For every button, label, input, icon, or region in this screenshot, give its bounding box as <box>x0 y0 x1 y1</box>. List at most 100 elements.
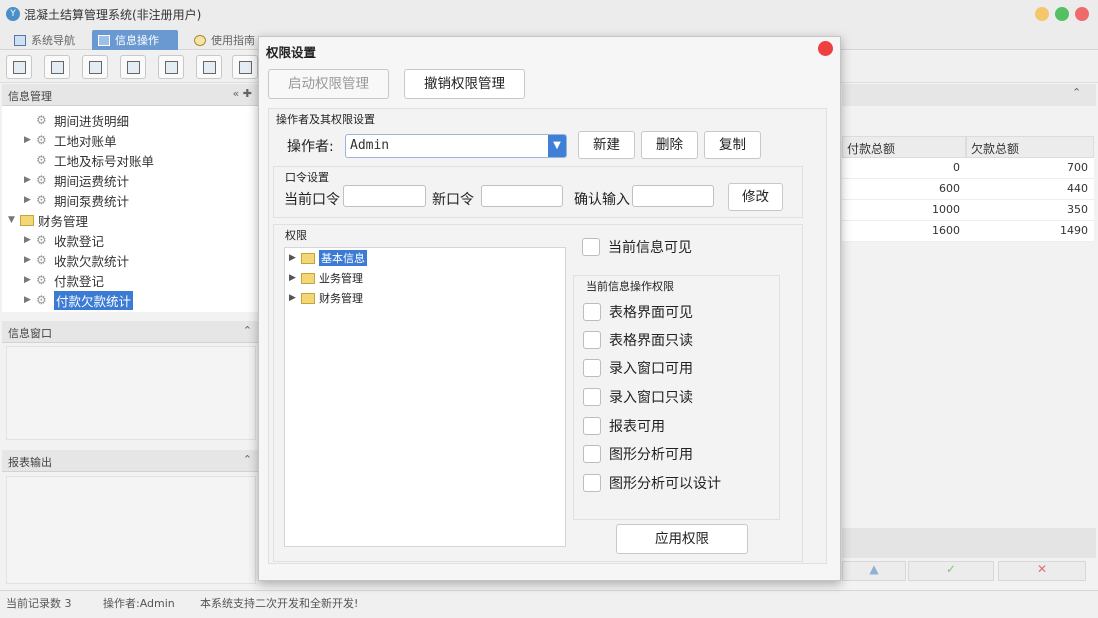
grid-cell[interactable]: 600 <box>842 179 966 200</box>
user-card-icon <box>127 61 140 74</box>
toolbar-window-button[interactable] <box>158 55 184 79</box>
checkbox-box[interactable] <box>583 388 601 406</box>
revoke-permission-button[interactable]: 撤销权限管理 <box>404 69 525 99</box>
expand-arrow-icon[interactable]: ▶ <box>24 255 36 265</box>
expand-arrow-icon[interactable]: ▶ <box>289 253 301 263</box>
toolbar-doc-button[interactable] <box>82 55 108 79</box>
grid-header-cell[interactable]: 欠款总额 <box>966 136 1094 158</box>
toolbar-user-button[interactable] <box>120 55 146 79</box>
expand-arrow-icon[interactable]: ▶ <box>24 195 36 205</box>
toolbar-list-button[interactable] <box>44 55 70 79</box>
confirm-password-input[interactable] <box>632 185 714 207</box>
dialog-close-button[interactable] <box>818 41 833 56</box>
toolbar-search-button[interactable] <box>6 55 32 79</box>
new-operator-button[interactable]: 新建 <box>578 131 635 159</box>
ops-checkbox[interactable]: 表格界面可见 <box>583 302 693 322</box>
folder-icon <box>301 272 315 284</box>
visible-checkbox[interactable]: 当前信息可见 <box>582 237 692 257</box>
delete-operator-button[interactable]: 删除 <box>641 131 698 159</box>
nav-tree: ⚙ 期间进货明细 ▶ ⚙ 工地对账单 ⚙ 工地及标号对账单 ▶ ⚙ 期间运费统计 ▶ ⚙ 期间泵… <box>2 106 258 312</box>
checkbox-box[interactable] <box>583 331 601 349</box>
expand-arrow-icon[interactable]: ▶ <box>24 175 36 185</box>
tree-item[interactable]: ▶ ⚙ 期间运费统计 <box>24 170 129 190</box>
grid-cell[interactable]: 0 <box>842 158 966 179</box>
tree-item-selected[interactable]: ▶ ⚙ 付款欠款统计 <box>24 290 134 310</box>
chevron-down-icon[interactable]: ▼ <box>548 135 566 157</box>
grid-header-cell[interactable]: 付款总额 <box>842 136 966 158</box>
tree-item[interactable]: ⚙ 工地及标号对账单 <box>24 150 154 170</box>
enable-permission-button[interactable]: 启动权限管理 <box>268 69 389 99</box>
tree-item-label: 收款登记 <box>54 233 105 249</box>
current-password-input[interactable] <box>343 185 426 207</box>
clock-icon <box>194 34 206 46</box>
checkbox-box[interactable] <box>583 359 601 377</box>
toolbar-export-button[interactable] <box>196 55 222 79</box>
grid-cell[interactable]: 440 <box>966 179 1094 200</box>
move-up-button[interactable]: ▲ <box>842 561 906 581</box>
expand-arrow-icon[interactable]: ▶ <box>24 295 36 305</box>
checkbox-box[interactable] <box>583 474 601 492</box>
ops-checkbox[interactable]: 表格界面只读 <box>583 330 693 350</box>
maximize-button[interactable] <box>1055 7 1069 21</box>
new-password-input[interactable] <box>481 185 563 207</box>
confirm-button[interactable]: ✓ <box>908 561 994 581</box>
grid-cell[interactable]: 700 <box>966 158 1094 179</box>
perm-tree-item[interactable]: ▶ 财务管理 <box>289 289 363 307</box>
apply-permission-button[interactable]: 应用权限 <box>616 524 748 554</box>
ops-checkbox[interactable]: 报表可用 <box>583 416 665 436</box>
checkbox-box[interactable] <box>583 303 601 321</box>
tree-item-label: 工地对账单 <box>54 133 117 149</box>
ops-checkbox[interactable]: 图形分析可以设计 <box>583 473 721 493</box>
grid-cell[interactable]: 1000 <box>842 200 966 221</box>
data-panel-header <box>842 84 1096 106</box>
expand-arrow-icon[interactable]: ▶ <box>24 275 36 285</box>
tree-item-label: 财务管理 <box>38 213 89 229</box>
tree-item[interactable]: ▶ ⚙ 工地对账单 <box>24 130 117 150</box>
tree-item-label: 付款登记 <box>54 273 105 289</box>
operator-label: 操作者: <box>287 139 334 155</box>
cancel-button[interactable]: ✕ <box>998 561 1086 581</box>
tree-item[interactable]: ▶ ⚙ 收款登记 <box>24 230 104 250</box>
expand-arrow-icon[interactable]: ▶ <box>289 293 301 303</box>
grid-cell[interactable]: 1600 <box>842 221 966 242</box>
collapse-left-icon[interactable]: « ✚ <box>233 87 252 100</box>
expand-arrow-icon[interactable]: ▶ <box>24 235 36 245</box>
tab-info-ops[interactable]: 信息操作 <box>92 30 178 50</box>
checkbox-label: 报表可用 <box>609 419 665 435</box>
tab-system-nav[interactable]: 系统导航 <box>8 30 81 50</box>
ops-checkbox[interactable]: 录入窗口只读 <box>583 387 693 407</box>
collapse-arrow-icon[interactable]: ▼ <box>8 215 20 225</box>
close-window-button[interactable] <box>1075 7 1089 21</box>
modify-password-button[interactable]: 修改 <box>728 183 783 211</box>
expand-arrow-icon[interactable]: ▶ <box>289 273 301 283</box>
tree-item[interactable]: ▶ ⚙ 期间泵费统计 <box>24 190 129 210</box>
ops-checkbox[interactable]: 图形分析可用 <box>583 444 693 464</box>
checkbox-box[interactable] <box>582 238 600 256</box>
collapse-icon[interactable]: ⌃ <box>243 453 252 466</box>
checkbox-box[interactable] <box>583 417 601 435</box>
perm-tree-item[interactable]: ▶ 业务管理 <box>289 269 363 287</box>
tree-item[interactable]: ▶ ⚙ 付款登记 <box>24 270 104 290</box>
checkbox-box[interactable] <box>583 445 601 463</box>
expand-arrow-icon[interactable]: ▶ <box>24 135 36 145</box>
copy-operator-button[interactable]: 复制 <box>704 131 761 159</box>
gear-icon: ⚙ <box>36 193 47 207</box>
gear-icon: ⚙ <box>36 233 47 247</box>
dialog-title: 权限设置 <box>266 45 317 60</box>
operator-select[interactable]: Admin <box>345 134 567 158</box>
collapse-icon[interactable]: ⌃ <box>243 324 252 337</box>
ops-checkbox[interactable]: 录入窗口可用 <box>583 358 693 378</box>
minimize-button[interactable] <box>1035 7 1049 21</box>
gear-icon: ⚙ <box>36 273 47 287</box>
tree-item[interactable]: ⚙ 期间进货明细 <box>24 110 129 130</box>
grid-cell[interactable]: 350 <box>966 200 1094 221</box>
tree-folder[interactable]: ▼ 财务管理 <box>8 210 88 230</box>
tab-user-guide[interactable]: 使用指南 <box>188 30 261 50</box>
grid-cell[interactable]: 1490 <box>966 221 1094 242</box>
password-group-label: 口令设置 <box>285 171 329 184</box>
collapse-up-icon[interactable]: ⌃ <box>1072 86 1081 99</box>
perm-tree-label: 基本信息 <box>319 250 367 266</box>
perm-tree-item-selected[interactable]: ▶ 基本信息 <box>289 249 367 267</box>
toolbar-print-button[interactable] <box>232 55 258 79</box>
tree-item[interactable]: ▶ ⚙ 收款欠款统计 <box>24 250 129 270</box>
